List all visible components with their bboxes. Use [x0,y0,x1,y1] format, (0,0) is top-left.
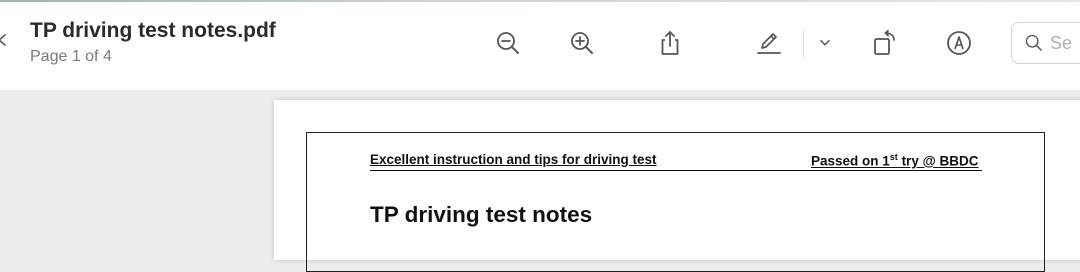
search-input[interactable] [1050,32,1080,54]
markup-icon [947,31,971,55]
rotate-button[interactable] [869,28,899,58]
page-border: Excellent instruction and tips for drivi… [306,132,1045,272]
highlight-button[interactable] [754,28,784,58]
zoom-out-button[interactable] [493,28,523,58]
zoom-out-icon [497,32,519,54]
search-field[interactable] [1011,22,1080,64]
header-right-suffix: try @ BBDC [897,153,979,169]
highlight-options-button[interactable] [812,28,838,58]
markup-button[interactable] [944,28,974,58]
toolbar-separator [803,30,804,58]
page-header-right: Passed on 1st try @ BBDC [811,152,978,169]
toolbar: TP driving test notes.pdf Page 1 of 4 [0,0,1080,90]
document-title: TP driving test notes.pdf [30,19,276,42]
highlight-icon [757,33,781,54]
top-edge-divider [0,0,1080,2]
header-right-prefix: Passed on 1 [811,153,890,169]
header-rule [370,170,982,171]
document-heading: TP driving test notes [370,202,593,227]
zoom-in-button[interactable] [567,28,597,58]
rotate-icon [874,29,895,55]
zoom-in-icon [571,32,593,54]
page-indicator: Page 1 of 4 [30,48,112,65]
share-icon [661,31,679,55]
share-button[interactable] [655,28,685,58]
pdf-page[interactable]: Excellent instruction and tips for drivi… [274,100,1080,272]
header-right-superscript: st [889,152,898,162]
page-header-left: Excellent instruction and tips for drivi… [370,152,657,167]
chevron-down-icon [820,39,830,46]
document-viewer[interactable]: Excellent instruction and tips for drivi… [0,90,1080,272]
search-icon [1025,34,1042,51]
chevron-left-icon[interactable] [0,34,8,46]
